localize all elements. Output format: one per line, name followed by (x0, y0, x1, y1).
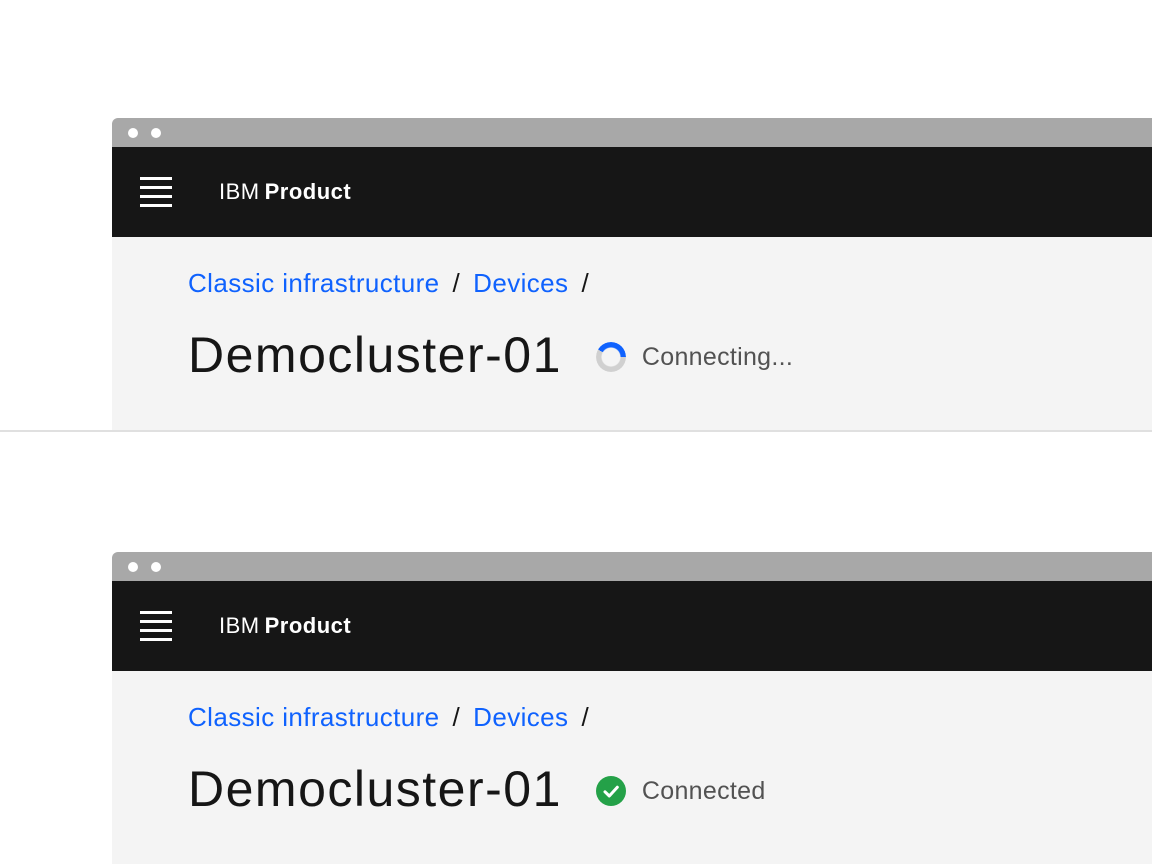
window-titlebar (112, 552, 1152, 581)
browser-window: IBMProduct Classic infrastructure / Device… (112, 552, 1152, 864)
breadcrumb-separator: / (581, 702, 589, 732)
title-row: Democluster-01 Connecting... (188, 327, 1152, 383)
window-dot-icon (151, 128, 161, 138)
brand-name: Product (265, 613, 352, 638)
breadcrumb-link-classic-infrastructure[interactable]: Classic infrastructure (188, 268, 440, 298)
breadcrumb: Classic infrastructure / Devices / (188, 267, 1152, 299)
app-header: IBMProduct (112, 581, 1152, 671)
window-titlebar (112, 118, 1152, 147)
window-dot-icon (128, 562, 138, 572)
example-connected: IBMProduct Classic infrastructure / Device… (0, 552, 1152, 864)
page-content: Classic infrastructure / Devices / Democlus… (112, 237, 1152, 430)
example-connecting: IBMProduct Classic infrastructure / Device… (0, 118, 1152, 432)
breadcrumb-separator: / (453, 268, 461, 298)
brand-title: IBMProduct (219, 179, 351, 205)
brand-prefix: IBM (219, 179, 260, 204)
menu-icon[interactable] (140, 176, 172, 208)
page-content: Classic infrastructure / Devices / Democlus… (112, 671, 1152, 864)
page-title: Democluster-01 (188, 761, 562, 817)
breadcrumb-link-devices[interactable]: Devices (473, 268, 568, 298)
breadcrumb-link-devices[interactable]: Devices (473, 702, 568, 732)
brand-title: IBMProduct (219, 613, 351, 639)
brand-prefix: IBM (219, 613, 260, 638)
breadcrumb-separator: / (581, 268, 589, 298)
status-label: Connected (642, 777, 766, 806)
page-title: Democluster-01 (188, 327, 562, 383)
loading-spinner-icon (596, 342, 626, 372)
breadcrumb-separator: / (453, 702, 461, 732)
browser-window: IBMProduct Classic infrastructure / Device… (112, 118, 1152, 430)
breadcrumb: Classic infrastructure / Devices / (188, 701, 1152, 733)
breadcrumb-link-classic-infrastructure[interactable]: Classic infrastructure (188, 702, 440, 732)
checkmark-icon (596, 776, 626, 806)
status-indicator: Connected (596, 776, 766, 806)
menu-icon[interactable] (140, 610, 172, 642)
status-indicator: Connecting... (596, 342, 793, 372)
window-dot-icon (128, 128, 138, 138)
title-row: Democluster-01 Connected (188, 761, 1152, 817)
brand-name: Product (265, 179, 352, 204)
status-label: Connecting... (642, 343, 793, 372)
app-header: IBMProduct (112, 147, 1152, 237)
window-dot-icon (151, 562, 161, 572)
